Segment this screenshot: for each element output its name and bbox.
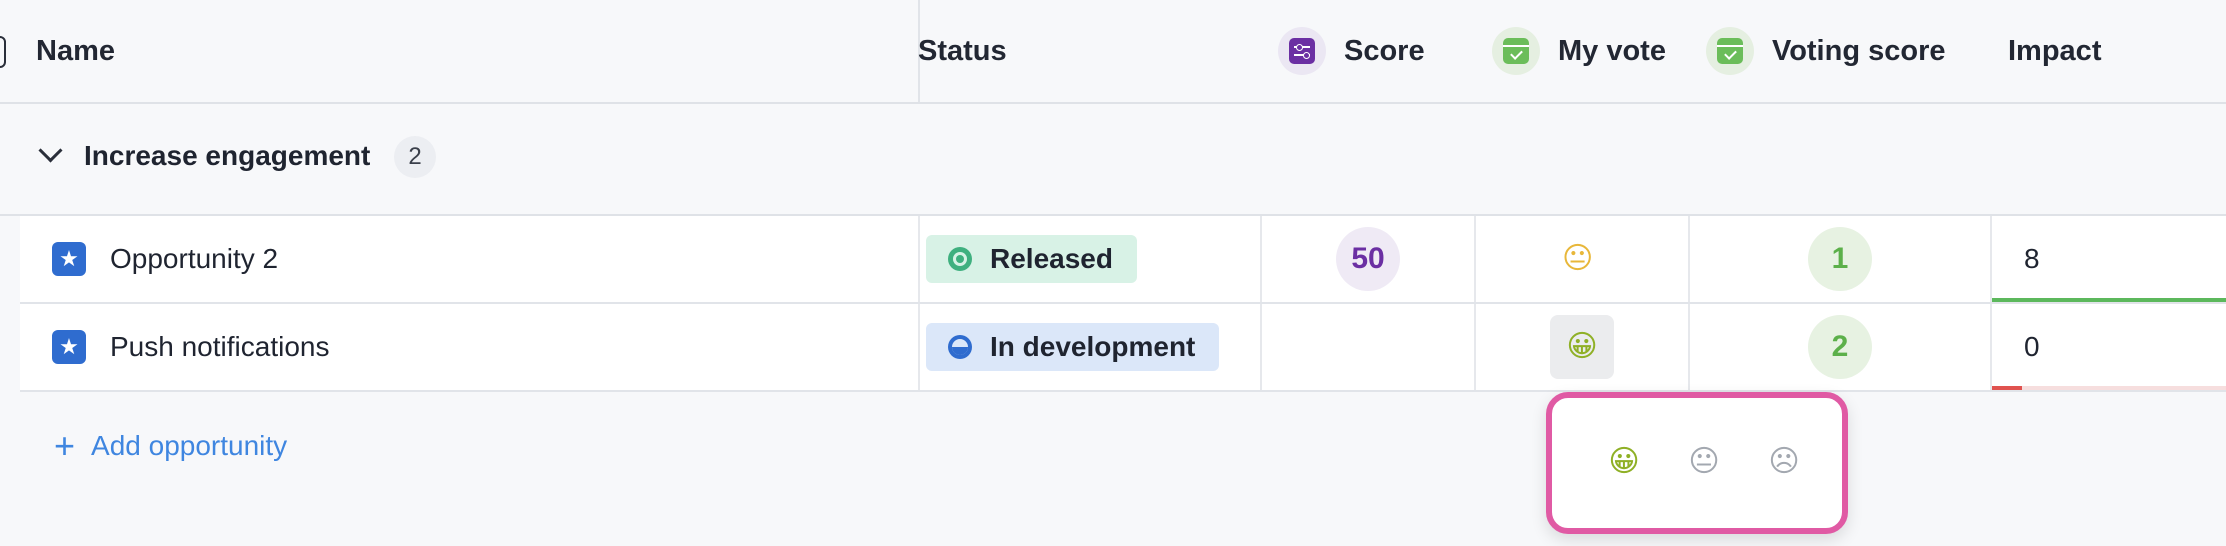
impact-value: 8 <box>2024 243 2040 274</box>
vote-box-icon <box>1492 27 1540 75</box>
column-header-my-vote[interactable]: My vote <box>1492 0 1666 102</box>
grinning-face-icon: 😀 <box>1566 329 1598 364</box>
status-badge[interactable]: Released <box>926 235 1137 283</box>
star-icon: ★ <box>52 242 86 276</box>
voting-score-cell[interactable]: 2 <box>1808 304 1872 390</box>
in-development-status-icon <box>948 335 972 359</box>
impact-cell[interactable]: 8 <box>2024 216 2040 302</box>
column-header-status[interactable]: Status <box>918 0 1007 102</box>
voting-score-cell[interactable]: 1 <box>1808 216 1872 302</box>
table-row[interactable]: ★ Push notifications In development 😀 2 … <box>20 304 2226 392</box>
column-header-voting-score[interactable]: Voting score <box>1706 0 1946 102</box>
plus-icon: + <box>54 425 76 466</box>
column-header-voting-score-label: Voting score <box>1772 34 1946 67</box>
chevron-down-icon[interactable] <box>38 138 63 163</box>
impact-cell[interactable]: 0 <box>2024 304 2040 390</box>
my-vote-cell[interactable]: 😐 <box>1562 216 1593 302</box>
column-header-my-vote-label: My vote <box>1558 34 1666 67</box>
my-vote-cell[interactable]: 😀 <box>1550 304 1614 390</box>
neutral-face-icon[interactable]: 😐 <box>1562 244 1593 274</box>
select-all-checkbox[interactable] <box>0 36 6 68</box>
impact-value: 0 <box>2024 331 2040 362</box>
column-header-score-label: Score <box>1344 34 1425 67</box>
vote-box-icon <box>1706 27 1754 75</box>
status-label: In development <box>990 331 1196 362</box>
column-header-name[interactable]: Name <box>36 0 115 102</box>
column-header-status-label: Status <box>918 34 1007 67</box>
group-header[interactable]: Increase engagement 2 <box>0 104 2226 216</box>
score-formula-icon <box>1278 27 1326 75</box>
name-cell[interactable]: ★ Push notifications <box>52 304 329 390</box>
score-cell[interactable]: 50 <box>1336 216 1400 302</box>
status-cell[interactable]: Released <box>926 216 1137 302</box>
status-label: Released <box>990 243 1113 274</box>
score-badge: 50 <box>1336 227 1400 291</box>
status-badge[interactable]: In development <box>926 323 1220 371</box>
column-header-impact[interactable]: Impact <box>2008 0 2101 102</box>
opportunity-name[interactable]: Opportunity 2 <box>110 243 278 275</box>
table-row[interactable]: ★ Opportunity 2 Released 50 😐 1 8 <box>20 216 2226 304</box>
column-header-score[interactable]: Score <box>1278 0 1425 102</box>
name-cell[interactable]: ★ Opportunity 2 <box>52 216 278 302</box>
neutral-face-icon[interactable]: 😐 <box>1682 440 1726 484</box>
add-opportunity-label: Add opportunity <box>91 430 288 461</box>
add-opportunity-button[interactable]: + Add opportunity <box>54 428 287 464</box>
voting-score-badge: 2 <box>1808 315 1872 379</box>
opportunity-name[interactable]: Push notifications <box>110 331 329 363</box>
grinning-face-icon[interactable]: 😀 <box>1602 440 1646 484</box>
table-header: Name Status Score My vote Voting score I… <box>0 0 2226 104</box>
status-cell[interactable]: In development <box>926 304 1220 390</box>
released-status-icon <box>948 247 972 271</box>
sad-face-icon[interactable]: ☹ <box>1762 440 1806 484</box>
column-header-name-label: Name <box>36 34 115 67</box>
group-title: Increase engagement <box>84 140 371 171</box>
my-vote-button[interactable]: 😀 <box>1550 315 1614 379</box>
voting-score-badge: 1 <box>1808 227 1872 291</box>
impact-bar <box>1992 298 2226 302</box>
vote-popover: 😀 😐 ☹ <box>1546 392 1848 534</box>
group-count-badge: 2 <box>394 136 436 178</box>
star-icon: ★ <box>52 330 86 364</box>
impact-bar-track <box>1992 386 2226 390</box>
impact-bar <box>1992 386 2022 390</box>
column-header-impact-label: Impact <box>2008 34 2102 67</box>
